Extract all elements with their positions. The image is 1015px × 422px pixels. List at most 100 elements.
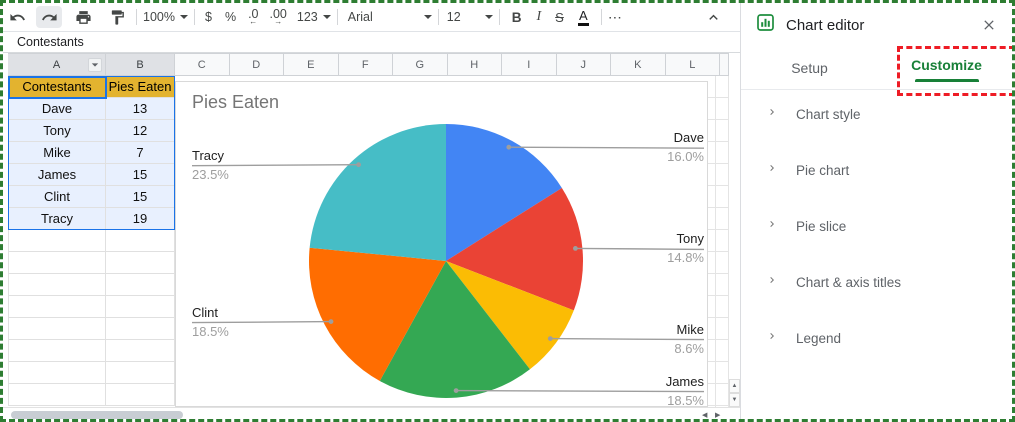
bold-button[interactable]: B [512,10,522,25]
cell-a5[interactable]: James [8,164,106,186]
label-anchor-dot [548,336,553,341]
cell-b2[interactable]: 13 [106,98,175,120]
column-header-b[interactable]: B [106,53,175,76]
column-header-e[interactable]: E [284,53,339,76]
section-pie-slice[interactable]: Pie slice [741,198,1015,254]
scrollbar-thumb[interactable] [11,411,183,419]
empty-cell[interactable] [8,296,106,318]
hide-menus-icon[interactable] [700,6,726,28]
column-header-l[interactable]: L [666,53,721,76]
empty-cell[interactable] [106,296,175,318]
empty-cell[interactable] [106,274,175,296]
column-headers: A B C D E F G H I J K L [8,53,729,76]
strikethrough-button[interactable]: S [555,10,564,25]
chevron-right-icon [766,161,778,179]
more-formats-button[interactable]: 123 [297,10,331,24]
column-header-i[interactable]: I [502,53,557,76]
formula-bar[interactable]: Contestants [3,31,740,53]
table-row: Dave 13 [8,98,175,120]
cell-b6[interactable]: 15 [106,186,175,208]
redo-icon[interactable] [36,6,62,28]
cell-b5[interactable]: 15 [106,164,175,186]
text-color-swatch [578,23,589,26]
vertical-scrollbar[interactable]: ▲ ▼ [729,76,740,407]
caret-down-icon [485,15,493,19]
undo-icon[interactable] [4,6,30,28]
format-percent-button[interactable]: % [225,10,236,24]
empty-cell[interactable] [106,340,175,362]
table-row [8,274,175,296]
column-header-f[interactable]: F [339,53,394,76]
chart-editor-panel: Chart editor Setup Customize Chart style… [740,3,1015,419]
cell-a1[interactable]: Contestants [8,76,106,98]
cell-a3[interactable]: Tony [8,120,106,142]
table-row [8,384,175,406]
horizontal-scrollbar[interactable]: ◀ ▶ [3,407,740,422]
section-chart-axis-titles[interactable]: Chart & axis titles [741,254,1015,310]
section-pie-chart[interactable]: Pie chart [741,142,1015,198]
empty-rows [8,230,175,406]
close-icon[interactable] [979,15,999,35]
text-color-letter: A [579,9,588,22]
section-label: Pie chart [796,163,849,178]
column-header-h[interactable]: H [448,53,503,76]
cell-b3[interactable]: 12 [106,120,175,142]
section-chart-style[interactable]: Chart style [741,86,1015,142]
slice-name: Clint [192,305,229,321]
format-currency-button[interactable]: $ [205,10,212,24]
slice-percent: 18.5% [192,324,229,339]
cell-b1[interactable]: Pies Eaten [106,76,175,98]
increase-decimal-button[interactable]: .00→ [270,9,287,25]
empty-cell[interactable] [8,252,106,274]
column-header-d[interactable]: D [230,53,285,76]
empty-cell[interactable] [8,362,106,384]
tab-setup[interactable]: Setup [741,47,878,89]
empty-cell[interactable] [8,318,106,340]
empty-cell[interactable] [106,230,175,252]
empty-cell[interactable] [106,384,175,406]
text-color-button[interactable]: A [578,9,589,26]
cell-a2[interactable]: Dave [8,98,106,120]
scroll-right-icon[interactable]: ▶ [715,411,720,420]
empty-cell[interactable] [8,384,106,406]
scroll-up-icon[interactable]: ▲ [729,379,740,393]
scroll-left-icon[interactable]: ◀ [702,411,707,420]
slice-name: James [666,374,704,390]
empty-cell[interactable] [8,340,106,362]
column-dropdown-icon[interactable] [88,58,102,72]
column-header-j[interactable]: J [557,53,612,76]
column-header-k[interactable]: K [611,53,666,76]
empty-cell[interactable] [106,252,175,274]
empty-cell[interactable] [8,274,106,296]
toolbar: 100% $ % .0← .00→ 123 Arial 12 B I S A ⋯ [3,3,740,31]
cell-a4[interactable]: Mike [8,142,106,164]
font-size-value: 12 [447,10,461,24]
slice-percent: 14.8% [667,250,704,265]
decrease-decimal-button[interactable]: .0← [248,9,258,25]
empty-cell[interactable] [8,230,106,252]
slice-percent: 23.5% [192,167,229,182]
print-icon[interactable] [70,6,96,28]
scroll-down-icon[interactable]: ▼ [729,393,740,407]
section-legend[interactable]: Legend [741,310,1015,366]
pie-chart[interactable]: Pies Eaten Dave16.0%Tony14.8%Mike8.6%Jam… [175,81,708,407]
column-header-g[interactable]: G [393,53,448,76]
more-toolbar-options-button[interactable]: ⋯ [608,9,623,26]
sheet-grid: Contestants Pies Eaten Dave 13 Tony 12 M… [8,76,175,406]
zoom-select[interactable]: 100% [143,10,188,24]
font-size-select[interactable]: 12 [447,10,493,24]
cell-b4[interactable]: 7 [106,142,175,164]
paint-format-icon[interactable] [104,6,130,28]
column-header-a[interactable]: A [8,53,106,76]
empty-cell[interactable] [106,318,175,340]
column-header-c[interactable]: C [175,53,230,76]
cell-a6[interactable]: Clint [8,186,106,208]
empty-cell[interactable] [106,362,175,384]
pie-slice-tracy[interactable] [310,124,446,261]
cell-b7[interactable]: 19 [106,208,175,230]
cell-a7[interactable]: Tracy [8,208,106,230]
tab-customize[interactable]: Customize [878,47,1015,89]
italic-button[interactable]: I [537,9,542,25]
font-select[interactable]: Arial [348,10,432,24]
table-row [8,230,175,252]
